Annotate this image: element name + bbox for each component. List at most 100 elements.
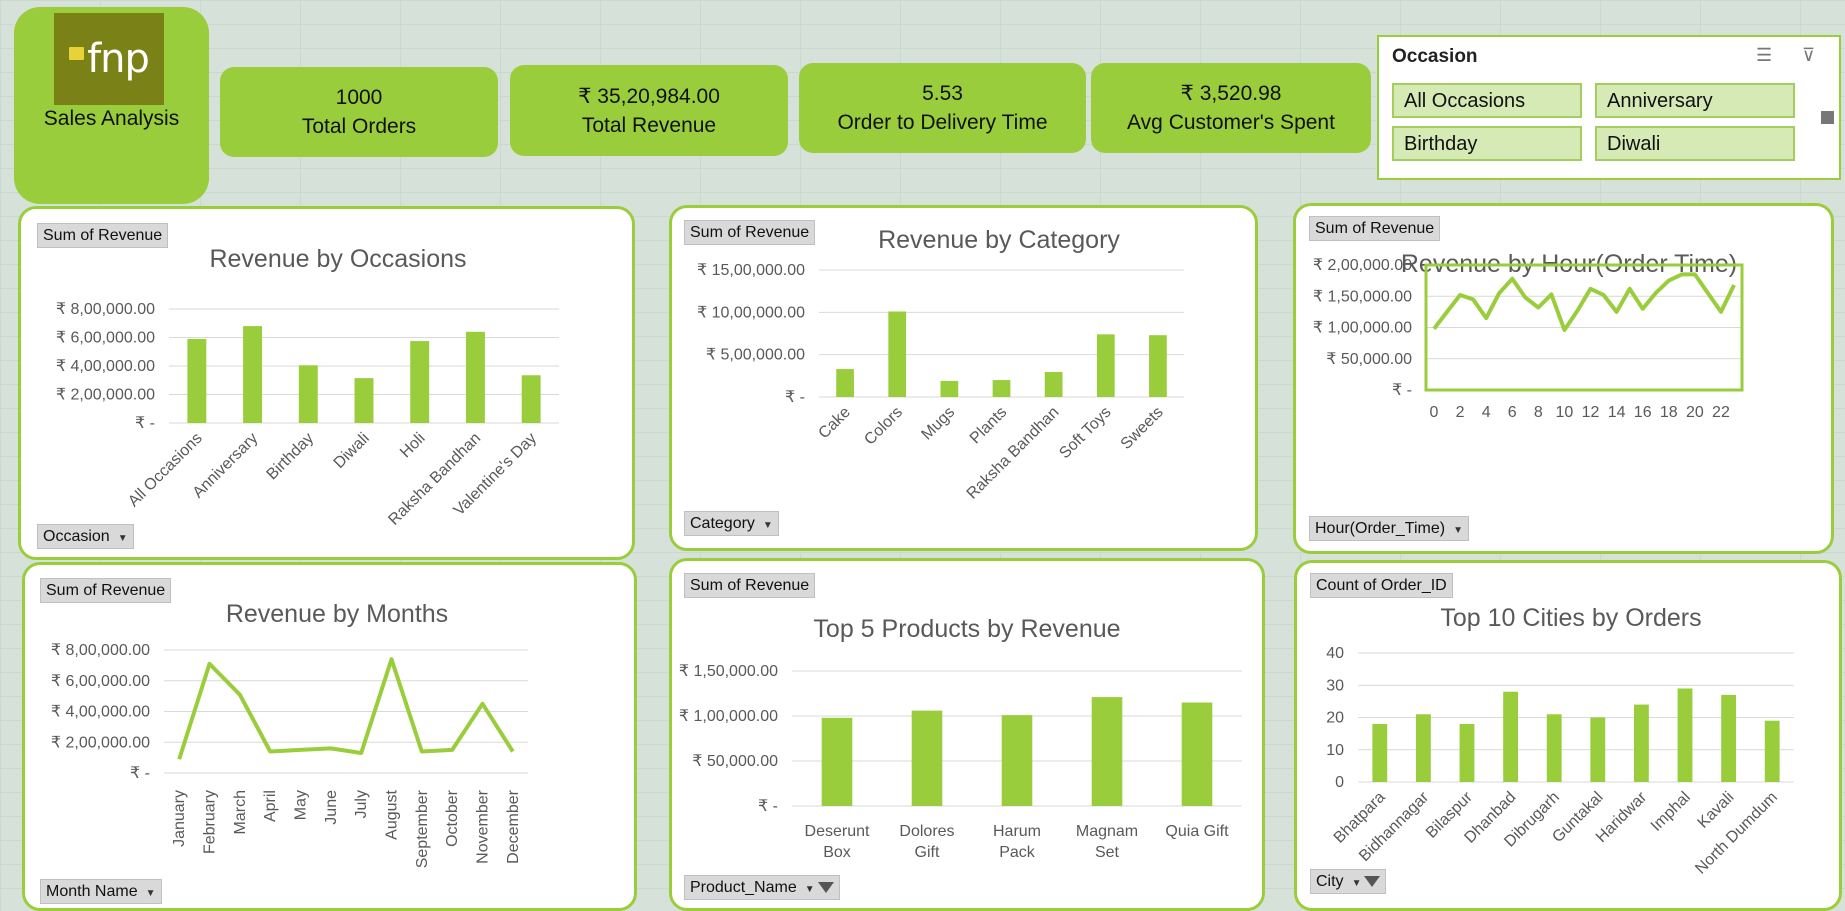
bar (1633, 704, 1649, 782)
slicer-item-diwali[interactable]: Diwali (1595, 126, 1795, 161)
kpi-total-revenue: ₹ 35,20,984.00 Total Revenue (510, 65, 788, 156)
slicer-item-anniversary[interactable]: Anniversary (1595, 83, 1795, 118)
value-field-button[interactable]: Sum of Revenue (37, 223, 169, 248)
x-tick-label: Mugs (918, 404, 958, 444)
bar (1546, 714, 1562, 782)
chart-svg: Revenue by Category ₹ - ₹ 5,00,000.00 ₹ 10,… (697, 226, 1184, 503)
y-tick-label: ₹ 1,00,000.00 (679, 708, 778, 725)
kpi-total-orders: 1000 Total Orders (220, 67, 498, 157)
value-field-button[interactable]: Count of Order_ID (1310, 573, 1453, 598)
x-tick-label: July (353, 790, 370, 818)
bar (1721, 694, 1737, 782)
slicer-item-birthday[interactable]: Birthday (1392, 126, 1582, 161)
x-tick-label: Kavali (1695, 789, 1738, 832)
x-tick-label: Magnam (1076, 823, 1138, 840)
x-tick-label: September (414, 789, 431, 868)
slicer-scrollbar[interactable] (1821, 111, 1834, 124)
axis-field-button[interactable]: Month Name ▼ (40, 879, 162, 904)
bar (940, 380, 959, 397)
value-field-button[interactable]: Sum of Revenue (40, 578, 172, 603)
x-tick-label: Set (1095, 844, 1120, 861)
value-field-button[interactable]: Sum of Revenue (684, 220, 816, 245)
chart-title: Revenue by Occasions (209, 245, 466, 273)
axis-field-button[interactable]: Category ▼ (684, 511, 779, 536)
x-tick-label: Pack (999, 844, 1036, 861)
x-tick-label: Deserunt (805, 823, 870, 840)
bar (410, 341, 430, 423)
bar (1181, 702, 1213, 806)
bar (354, 378, 374, 423)
x-tick-label: Box (823, 844, 851, 861)
bar (187, 338, 207, 423)
x-tick-label: 14 (1608, 404, 1626, 421)
y-tick-label: ₹ 1,50,000.00 (1313, 288, 1412, 305)
chart-title: Top 5 Products by Revenue (813, 615, 1120, 643)
x-tick-label: January (171, 790, 188, 847)
y-tick-label: ₹ - (1392, 382, 1412, 399)
axis-field-button[interactable]: Occasion ▼ (37, 524, 134, 549)
x-tick-label: June (323, 790, 340, 825)
bar (243, 326, 263, 423)
kpi-avg-spent: ₹ 3,520.98 Avg Customer's Spent (1091, 63, 1371, 153)
multi-select-icon[interactable]: ☰ (1756, 45, 1772, 66)
x-tick-label: Raksha Bandhan (964, 404, 1063, 503)
bar (1677, 688, 1693, 782)
y-tick-label: ₹ 8,00,000.00 (51, 642, 150, 659)
x-tick-label: 2 (1456, 404, 1465, 421)
bar (465, 331, 485, 423)
clear-filter-icon[interactable]: ⊽ (1802, 45, 1815, 66)
x-tick-label: All Occasions (125, 430, 206, 511)
x-tick-label: Harum (993, 823, 1041, 840)
x-tick-label: Cake (815, 404, 854, 443)
kpi-value: 5.53 (922, 82, 963, 105)
y-tick-label: ₹ 2,00,000.00 (56, 387, 155, 404)
x-tick-label: Gift (915, 844, 940, 861)
bar (821, 717, 853, 806)
bar (836, 369, 854, 397)
x-tick-label: March (232, 790, 249, 834)
y-tick-label: ₹ 15,00,000.00 (697, 262, 805, 279)
y-tick-label: 30 (1326, 677, 1344, 694)
value-field-button[interactable]: Sum of Revenue (1309, 216, 1441, 241)
x-tick-label: North Dumdum (1692, 789, 1781, 878)
x-tick-label: 22 (1712, 404, 1730, 421)
chart-top-10-cities: Top 10 Cities by Orders 0 10 20 30 40 Bhatpara… (1294, 560, 1842, 911)
axis-field-button[interactable]: Hour(Order_Time) ▼ (1309, 516, 1469, 541)
dropdown-arrow-icon: ▼ (1453, 525, 1463, 536)
x-tick-label: 18 (1660, 404, 1678, 421)
kpi-delivery-time: 5.53 Order to Delivery Time (799, 63, 1086, 153)
kpi-value: ₹ 35,20,984.00 (578, 84, 720, 108)
kpi-label: Order to Delivery Time (837, 111, 1048, 134)
value-field-button[interactable]: Sum of Revenue (684, 573, 816, 598)
bar (1149, 335, 1167, 397)
y-tick-label: ₹ 1,50,000.00 (679, 663, 778, 680)
x-tick-label: August (384, 789, 401, 839)
x-tick-label: 8 (1534, 404, 1543, 421)
y-tick-label: ₹ - (130, 765, 150, 782)
dropdown-arrow-icon: ▼ (117, 533, 128, 544)
y-tick-label: ₹ 2,00,000.00 (1313, 257, 1412, 274)
slicer-item-all-occasions[interactable]: All Occasions (1392, 83, 1582, 118)
kpi-label: Total Orders (301, 115, 417, 138)
gift-icon (69, 46, 85, 60)
kpi-label: Avg Customer's Spent (1127, 111, 1335, 134)
bar (1096, 334, 1115, 397)
logo-text: fnp (87, 36, 150, 82)
x-tick-label: Birthday (264, 430, 318, 484)
series-line (177, 657, 515, 760)
x-tick-label: Diwali (331, 430, 373, 472)
y-tick-label: 0 (1335, 774, 1344, 791)
x-tick-label: Raksha Bandhan (385, 430, 484, 529)
bar (1590, 717, 1606, 782)
series-line (1432, 272, 1736, 332)
y-tick-label: 20 (1326, 710, 1344, 727)
axis-field-button[interactable]: City ▼ (1310, 869, 1387, 894)
dropdown-arrow-icon: ▼ (1351, 878, 1362, 889)
y-tick-label: ₹ 1,00,000.00 (1313, 320, 1412, 337)
axis-field-button[interactable]: Product_Name ▼ (684, 875, 840, 900)
chart-title: Revenue by Months (226, 600, 448, 628)
logo-card: fnp Sales Analysis (14, 7, 209, 204)
chart-svg: Revenue by Hour(Order Time)₹ -₹ 50,000.0… (1313, 250, 1744, 421)
x-tick-label: February (202, 790, 219, 854)
y-tick-label: ₹ - (758, 798, 778, 815)
